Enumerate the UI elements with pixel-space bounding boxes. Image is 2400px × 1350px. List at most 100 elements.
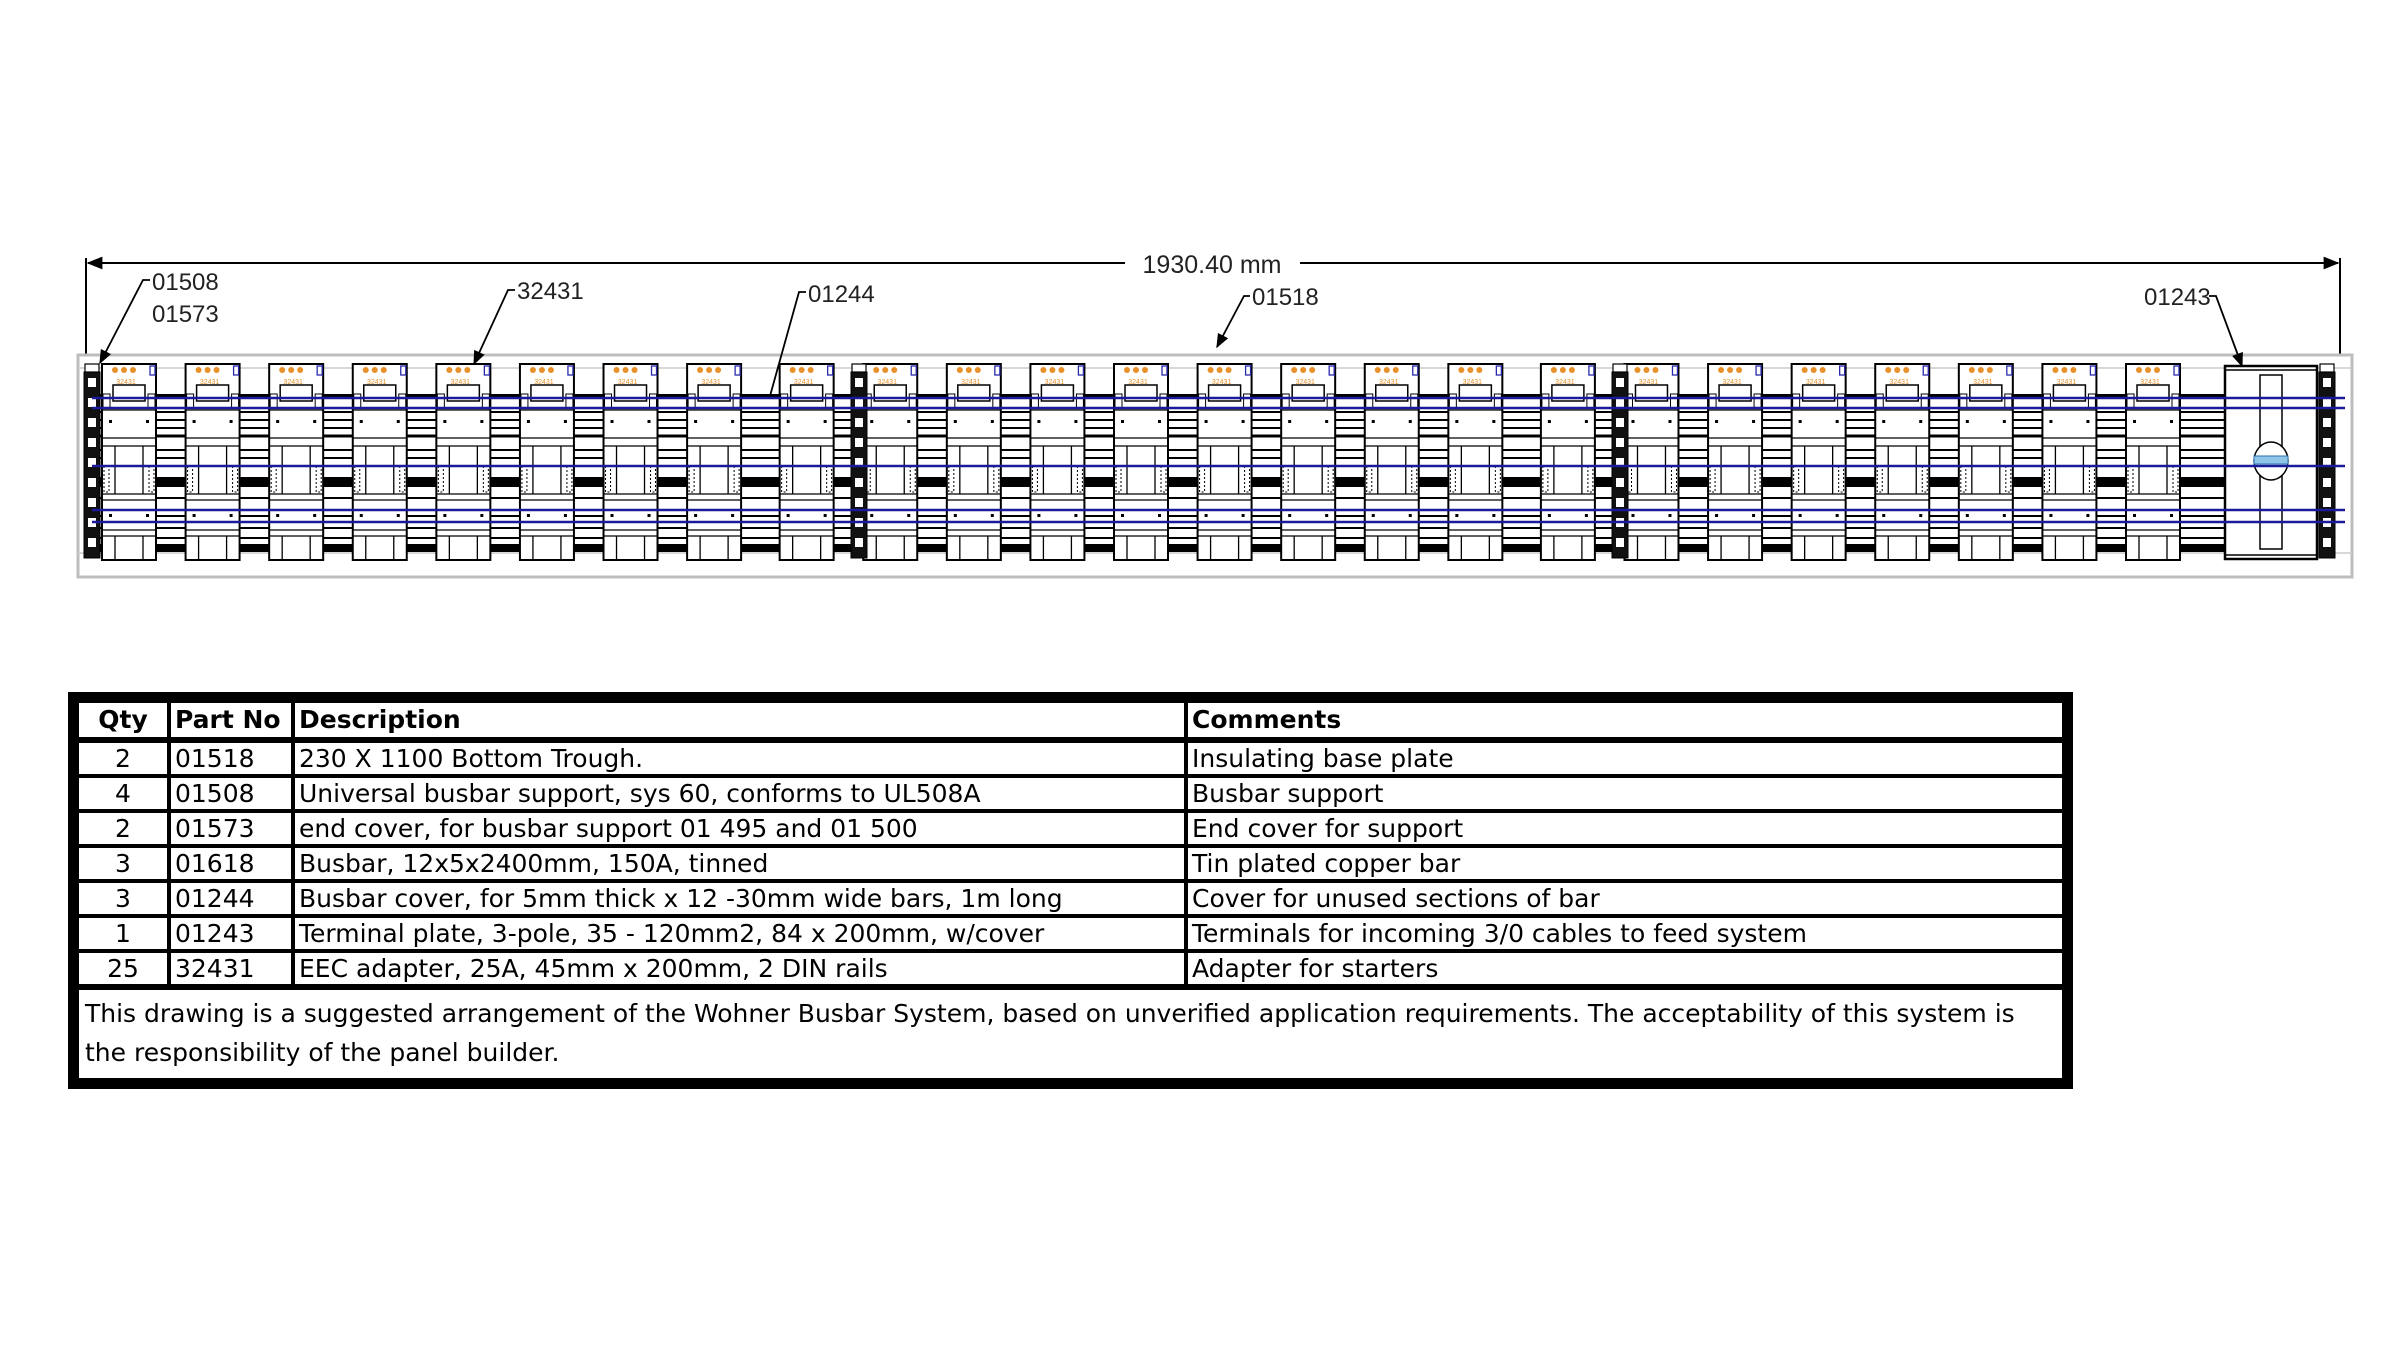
adapter-clip — [992, 393, 1001, 409]
adapter-hole — [907, 514, 911, 517]
disclaimer-note: This drawing is a suggested arrangement … — [75, 984, 2066, 1082]
adapter-hole — [1798, 514, 1802, 517]
adapter-terminal-dot — [882, 367, 889, 373]
adapter-hole — [1492, 514, 1496, 517]
adapter-terminal-strip — [1411, 465, 1418, 493]
adapter-terminal-dot — [715, 367, 722, 373]
adapter-clip — [1243, 393, 1252, 409]
adapter-terminal-dot — [974, 367, 981, 373]
adapter-terminal-strip — [521, 465, 528, 493]
adapter-hole — [443, 514, 447, 517]
adapter-clip — [1792, 393, 1801, 409]
adapter-terminal-strip — [993, 465, 1000, 493]
adapter-terminal-strip — [354, 465, 361, 493]
adapter-clip — [2042, 393, 2051, 409]
adapter-clip — [2004, 393, 2013, 409]
adapter-terminal-dot — [1225, 367, 1232, 373]
bill-of-materials: Qty Part No Description Comments 2 01518… — [68, 692, 2073, 1089]
adapter-indicator — [994, 365, 1001, 376]
support-screw — [2323, 538, 2331, 547]
adapter-terminal-dot — [297, 367, 304, 373]
support-screw — [2323, 498, 2331, 507]
support-screw — [88, 438, 96, 447]
adapter-terminal-dot — [1736, 367, 1743, 373]
table-row: 2 01518 230 X 1100 Bottom Trough. Insula… — [75, 738, 2066, 778]
adapter-terminal-strip — [2088, 465, 2095, 493]
cell-description: end cover, for busbar support 01 495 and… — [291, 809, 1188, 848]
adapter-terminal-dot — [464, 367, 471, 373]
adapter-hole — [1455, 420, 1459, 423]
adapter-clip — [314, 393, 323, 409]
adapter-hole — [610, 514, 614, 517]
adapter-hole — [870, 514, 874, 517]
cell-qty: 25 — [75, 949, 171, 989]
support-screw — [1616, 378, 1624, 387]
adapter-terminal-dot — [1977, 367, 1984, 373]
adapter-terminal-strip — [688, 465, 695, 493]
callout-label: 01573 — [152, 301, 219, 328]
support-screw — [88, 378, 96, 387]
adapter-terminal-strip — [187, 465, 194, 493]
eec-adapter-32431: 32431 — [862, 363, 919, 561]
support-end-cover — [851, 363, 867, 373]
cell-description: Busbar, 12x5x2400mm, 150A, tinned — [291, 844, 1188, 883]
support-screw — [1616, 498, 1624, 507]
adapter-indicator — [1077, 365, 1085, 376]
adapter-indicator — [567, 365, 574, 376]
adapter-clip — [2087, 393, 2096, 409]
adapter-indicator — [1922, 365, 1929, 376]
support-screw — [1616, 538, 1624, 547]
adapter-terminal-strip — [1366, 465, 1373, 493]
adapter-clip — [565, 393, 574, 409]
callout-label: 32431 — [517, 278, 584, 305]
adapter-terminal-strip — [1793, 465, 1800, 493]
cell-comment: Busbar support — [1184, 774, 2066, 813]
adapter-clip — [947, 393, 956, 409]
adapter-hole — [480, 420, 484, 423]
table-row: 2 01573 end cover, for busbar support 01… — [75, 809, 2066, 848]
adapter-terminal-dot — [2070, 367, 2077, 373]
adapter-indicator — [2173, 365, 2180, 376]
adapter-hole — [229, 420, 233, 423]
support-screw — [855, 478, 863, 487]
adapter-hole — [1835, 514, 1839, 517]
adapter-terminal-strip — [948, 465, 955, 493]
adapter-hole — [1455, 514, 1459, 517]
cell-part-no: 01243 — [167, 914, 295, 953]
adapter-indicator — [1839, 365, 1846, 376]
adapter-terminal-dot — [1040, 367, 1047, 373]
cell-comment: Adapter for starters — [1184, 949, 2066, 989]
adapter-clip — [1875, 393, 1884, 409]
adapter-terminal-strip — [2127, 465, 2134, 493]
adapter-terminal-strip — [566, 465, 573, 493]
leader-arrow — [473, 289, 515, 366]
eec-adapter-32431: 32431 — [1363, 363, 1420, 561]
adapter-terminal-dot — [1968, 367, 1975, 373]
adapter-hole — [610, 420, 614, 423]
adapter-terminal-dot — [380, 367, 387, 373]
adapter-hole — [443, 420, 447, 423]
callout-01508-01573: 01508 01573 — [99, 269, 219, 365]
adapter-hole — [1668, 420, 1672, 423]
eec-adapter-32431: 32431 — [778, 363, 835, 561]
adapter-hole — [146, 514, 149, 517]
header-part-no: Part No — [167, 699, 295, 743]
adapter-terminal-dot — [279, 367, 286, 373]
adapter-hole — [907, 420, 911, 423]
adapter-indicator — [827, 365, 834, 376]
adapter-terminal-strip — [2005, 465, 2012, 493]
adapter-hole — [731, 420, 735, 423]
note-row: This drawing is a suggested arrangement … — [75, 984, 2066, 1082]
adapter-indicator — [400, 365, 407, 376]
adapter-hole — [1204, 514, 1208, 517]
adapter-terminal-dot — [697, 367, 704, 373]
adapter-hole — [2170, 420, 2173, 423]
adapter-hole — [1965, 514, 1969, 517]
adapter-hole — [1241, 420, 1245, 423]
cell-comment: Tin plated copper bar — [1184, 844, 2066, 883]
adapter-terminal-dot — [195, 367, 202, 373]
adapter-terminal-strip — [1244, 465, 1251, 493]
adapter-hole — [647, 514, 651, 517]
adapter-clip — [1281, 393, 1290, 409]
cell-description: Terminal plate, 3-pole, 35 - 120mm2, 84 … — [291, 914, 1188, 953]
